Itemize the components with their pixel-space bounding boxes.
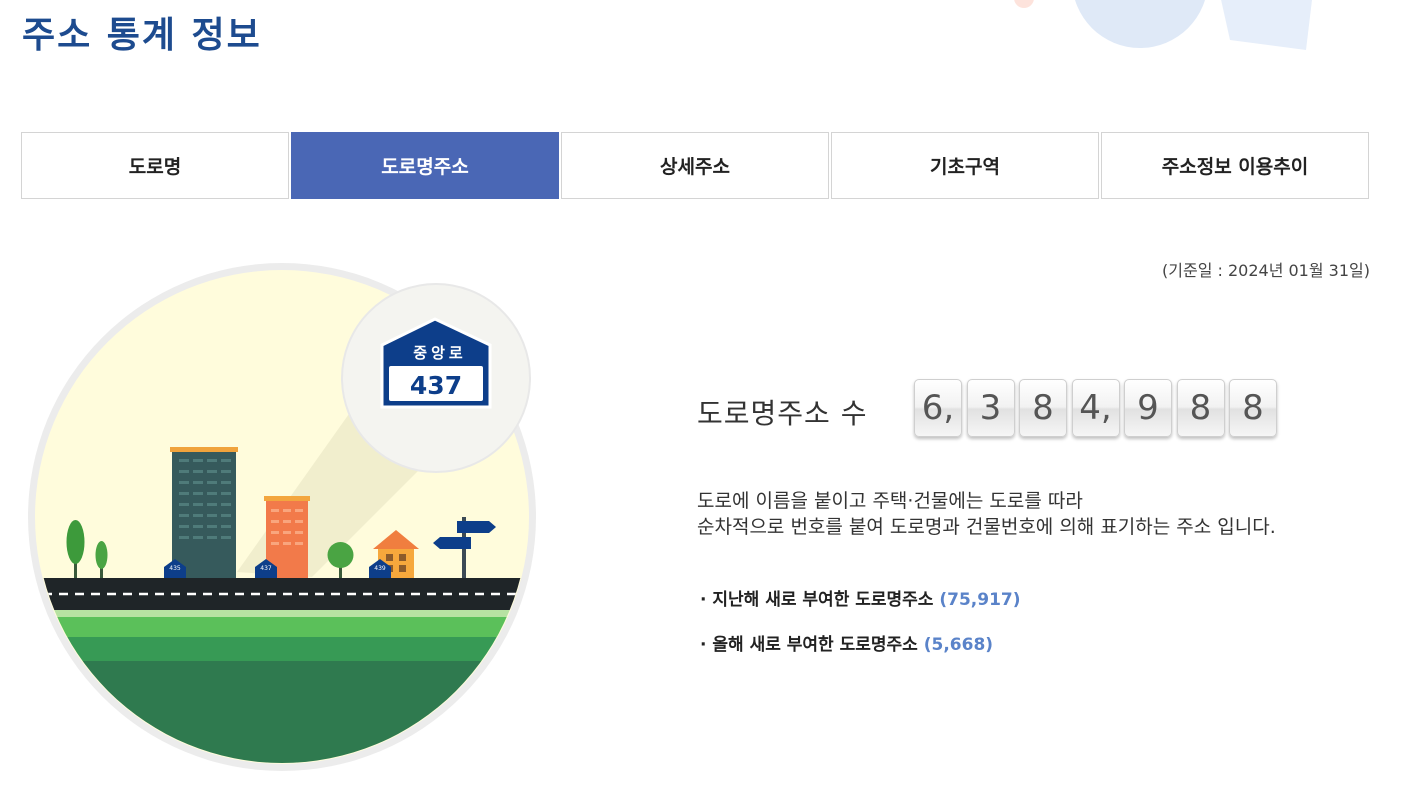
stat-label: · 올해 새로 부여한 도로명주소	[700, 635, 918, 655]
counter-digit: 8	[1019, 379, 1067, 437]
tab-detailed-address[interactable]: 상세주소	[561, 132, 829, 199]
stat-value: (5,668)	[923, 635, 994, 655]
stat-this-year: · 올해 새로 부여한 도로명주소 (5,668)	[700, 630, 993, 655]
tab-road-name-address[interactable]: 도로명주소	[291, 132, 559, 199]
house-plate-number: 439	[374, 565, 386, 572]
counter-digit: 3	[966, 379, 1015, 437]
stat-value: (75,917)	[939, 590, 1021, 610]
base-date: (기준일 : 2024년 01월 31일)	[1162, 261, 1370, 280]
house-plate-number: 435	[169, 565, 181, 572]
tab-usage-trend[interactable]: 주소정보 이용추이	[1101, 132, 1369, 199]
road-address-illustration	[28, 263, 536, 771]
counter-digit: 8	[1229, 379, 1277, 437]
counter-digit: 6,	[914, 379, 962, 437]
road-address-description: 도로에 이름을 붙이고 주택·건물에는 도로를 따라 순차적으로 번호를 붙여 …	[697, 488, 1276, 540]
description-line: 순차적으로 번호를 붙여 도로명과 건물번호에 의해 표기하는 주소 입니다.	[697, 516, 1276, 538]
stat-last-year: · 지난해 새로 부여한 도로명주소 (75,917)	[700, 585, 1021, 610]
sign-road-name: 중앙로	[413, 344, 467, 362]
counter-digit: 4,	[1071, 379, 1120, 437]
tab-bar: 도로명 도로명주소 상세주소 기초구역 주소정보 이용추이	[21, 132, 1369, 199]
description-line: 도로에 이름을 붙이고 주택·건물에는 도로를 따라	[697, 490, 1083, 512]
tab-road-name[interactable]: 도로명	[21, 132, 289, 199]
tab-basic-zone[interactable]: 기초구역	[831, 132, 1099, 199]
decorative-shapes	[1014, 0, 1312, 50]
counter-digit: 8	[1176, 379, 1225, 437]
page-title: 주소 통계 정보	[22, 15, 262, 56]
road-address-count-label: 도로명주소 수	[697, 397, 868, 430]
stat-label: · 지난해 새로 부여한 도로명주소	[700, 590, 934, 610]
house-plate-number: 437	[260, 565, 272, 572]
counter-digit: 9	[1124, 379, 1172, 437]
road-address-counter: 6, 3 8 4, 9 8 8	[914, 379, 1282, 437]
sign-building-number: 437	[409, 371, 463, 400]
